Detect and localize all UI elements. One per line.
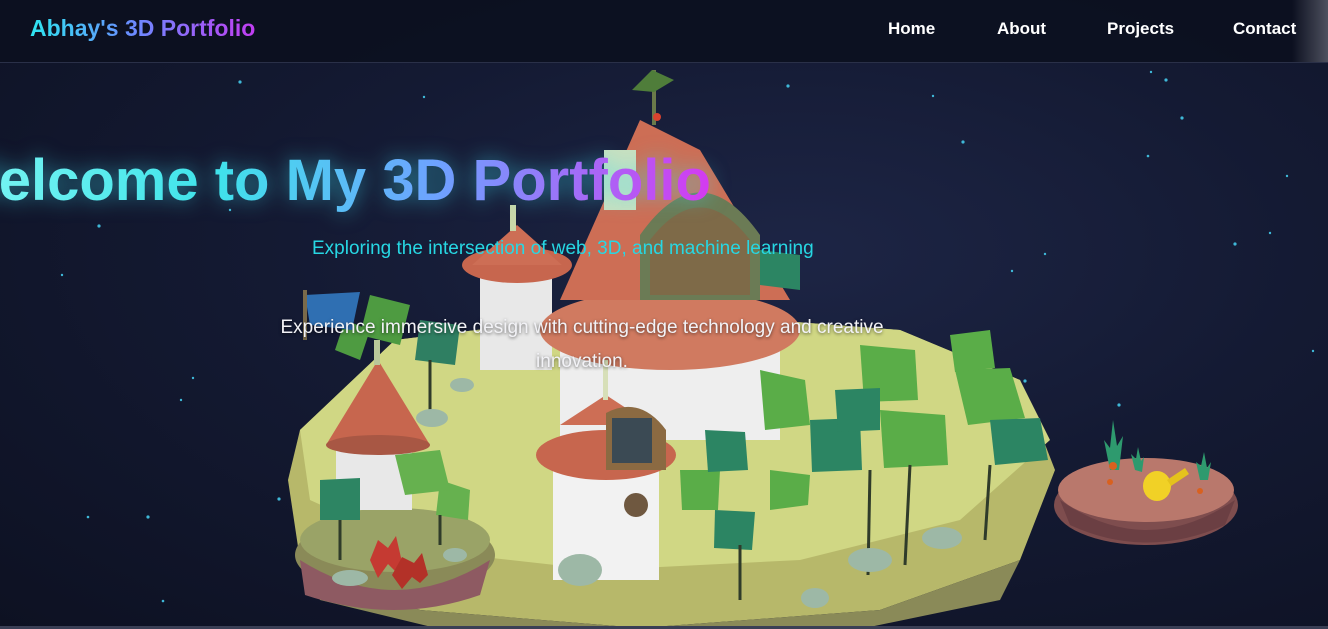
hero-title-text: Welcome to My 3D Portfolio [0,148,711,213]
nav-home-link[interactable]: Home [888,19,935,39]
nav-about-link[interactable]: About [997,19,1046,39]
site-logo[interactable]: Abhay's 3D Portfolio [30,15,255,42]
right-floating-island [1054,420,1238,545]
hero-description: Experience immersive design with cutting… [280,317,884,372]
nav-contact-link[interactable]: Contact [1233,19,1296,39]
hero-title: Welcome to My 3D Portfolio [0,147,992,214]
hero-subtitle: Exploring the intersection of web, 3D, a… [312,238,814,259]
navbar: Abhay's 3D Portfolio Home About Projects… [0,0,1328,63]
nav-projects-link[interactable]: Projects [1107,19,1174,39]
navbar-edge-fade [1292,0,1328,62]
left-small-island [295,508,495,610]
